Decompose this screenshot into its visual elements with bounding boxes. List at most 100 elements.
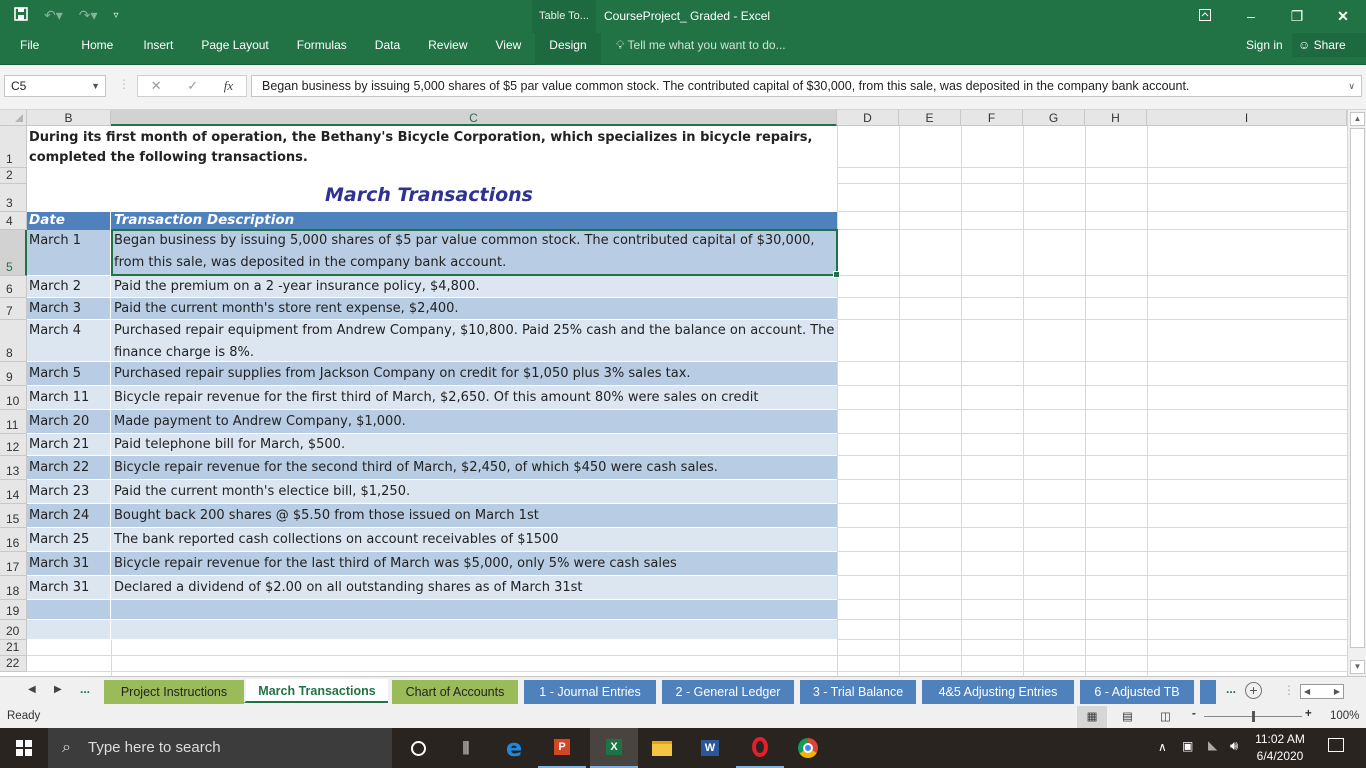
- row-header-22[interactable]: 22: [0, 656, 27, 672]
- insert-function-icon[interactable]: fx: [224, 78, 233, 94]
- row-header-1[interactable]: 1: [0, 126, 27, 168]
- sheet-title[interactable]: March Transactions: [111, 184, 747, 206]
- vertical-scrollbar[interactable]: ▲ ▼: [1347, 110, 1366, 676]
- cancel-icon[interactable]: ✕: [151, 78, 162, 94]
- column-header-e[interactable]: E: [899, 110, 961, 126]
- notifications-icon[interactable]: [1328, 738, 1344, 752]
- formula-input[interactable]: Began business by issuing 5,000 shares o…: [251, 75, 1362, 97]
- row-header-15[interactable]: 15: [0, 504, 27, 528]
- formula-bar-splitter[interactable]: ⋮: [118, 77, 130, 91]
- zoom-level[interactable]: 100%: [1330, 710, 1359, 722]
- clock[interactable]: 11:02 AM 6/4/2020: [1252, 731, 1308, 765]
- date-cell[interactable]: March 11: [27, 386, 111, 410]
- row-header-6[interactable]: 6: [0, 276, 27, 298]
- page-break-preview-icon[interactable]: ◫: [1160, 706, 1171, 728]
- save-icon[interactable]: [14, 7, 28, 24]
- date-cell[interactable]: March 4: [27, 320, 111, 362]
- description-cell[interactable]: Paid telephone bill for March, $500.: [111, 434, 837, 456]
- date-cell[interactable]: March 3: [27, 298, 111, 320]
- row-header-21[interactable]: 21: [0, 640, 27, 656]
- cortana-icon[interactable]: [394, 728, 442, 768]
- description-cell[interactable]: Bicycle repair revenue for the second th…: [111, 456, 837, 480]
- date-cell[interactable]: March 1: [27, 230, 111, 276]
- scroll-up-icon[interactable]: ▲: [1350, 112, 1365, 126]
- date-cell[interactable]: March 20: [27, 410, 111, 434]
- date-cell[interactable]: March 5: [27, 362, 111, 386]
- scroll-down-icon[interactable]: ▼: [1350, 660, 1365, 674]
- sheet-tab-trial-balance[interactable]: 3 - Trial Balance: [798, 680, 916, 704]
- scrollbar-thumb[interactable]: [1350, 128, 1365, 648]
- intro-text[interactable]: During its first month of operation, the…: [27, 126, 837, 168]
- date-cell[interactable]: [27, 600, 111, 620]
- column-header-c[interactable]: C: [111, 110, 837, 126]
- volume-icon[interactable]: 🔊︎: [1230, 738, 1238, 754]
- column-header-g[interactable]: G: [1023, 110, 1085, 126]
- sign-in-link[interactable]: Sign in: [1246, 33, 1283, 57]
- start-button[interactable]: [0, 728, 48, 768]
- row-header-12[interactable]: 12: [0, 434, 27, 456]
- zoom-in-button[interactable]: +: [1305, 708, 1312, 720]
- edge-icon[interactable]: e: [490, 728, 538, 768]
- header-date[interactable]: Date: [27, 212, 111, 230]
- description-cell[interactable]: Declared a dividend of $2.00 on all outs…: [111, 576, 837, 600]
- share-button[interactable]: ☺ Share: [1292, 33, 1366, 57]
- sheet-tab-partial[interactable]: [1198, 680, 1216, 704]
- sheet-tab-project-instructions[interactable]: Project Instructions: [102, 680, 244, 704]
- sheet-tab-chart-of-accounts[interactable]: Chart of Accounts: [390, 680, 518, 704]
- zoom-slider[interactable]: [1204, 711, 1302, 722]
- close-button[interactable]: ✕: [1320, 0, 1366, 33]
- column-header-b[interactable]: B: [27, 110, 111, 126]
- description-cell[interactable]: Made payment to Andrew Company, $1,000.: [111, 410, 837, 434]
- tab-page-layout[interactable]: Page Layout: [187, 33, 282, 65]
- date-cell[interactable]: March 22: [27, 456, 111, 480]
- row-header-4[interactable]: 4: [0, 212, 27, 230]
- chevron-down-icon[interactable]: ▼: [91, 76, 100, 96]
- row-header-10[interactable]: 10: [0, 386, 27, 410]
- tell-me-box[interactable]: 💡︎ Tell me what you want to do...: [616, 33, 786, 57]
- wifi-icon[interactable]: ◣: [1208, 738, 1217, 752]
- row-header-14[interactable]: 14: [0, 480, 27, 504]
- sheet-tab-journal-entries[interactable]: 1 - Journal Entries: [522, 680, 656, 704]
- description-cell[interactable]: Purchased repair equipment from Andrew C…: [111, 320, 837, 362]
- tab-home[interactable]: Home: [59, 33, 129, 65]
- scroll-left-icon[interactable]: ◀: [1304, 687, 1310, 696]
- worksheet-grid[interactable]: During its first month of operation, the…: [27, 126, 1348, 680]
- sheet-tab-adjusted-tb[interactable]: 6 - Adjusted TB: [1078, 680, 1194, 704]
- description-cell[interactable]: Bicycle repair revenue for the first thi…: [111, 386, 837, 410]
- restore-button[interactable]: ❐: [1274, 0, 1320, 33]
- row-header-7[interactable]: 7: [0, 298, 27, 320]
- tab-insert[interactable]: Insert: [129, 33, 187, 65]
- network-adapter-icon[interactable]: ▣: [1182, 739, 1193, 753]
- show-hidden-icons-icon[interactable]: ∧: [1158, 740, 1167, 754]
- row-header-19[interactable]: 19: [0, 600, 27, 620]
- date-cell[interactable]: March 2: [27, 276, 111, 298]
- file-explorer-icon[interactable]: [638, 728, 686, 768]
- tab-design[interactable]: Design: [535, 33, 601, 65]
- name-box[interactable]: C5 ▼: [4, 75, 106, 97]
- row-header-18[interactable]: 18: [0, 576, 27, 600]
- enter-icon[interactable]: ✓: [187, 78, 198, 94]
- zoom-out-button[interactable]: -: [1192, 708, 1196, 720]
- description-cell[interactable]: Purchased repair supplies from Jackson C…: [111, 362, 837, 386]
- date-cell[interactable]: March 21: [27, 434, 111, 456]
- normal-view-icon[interactable]: ▦: [1077, 706, 1107, 728]
- row-header-3[interactable]: 3: [0, 184, 27, 212]
- column-header-i[interactable]: I: [1147, 110, 1347, 126]
- column-header-f[interactable]: F: [961, 110, 1023, 126]
- powerpoint-icon[interactable]: P: [538, 728, 586, 768]
- customize-qat-icon[interactable]: ▿: [114, 10, 119, 21]
- date-cell[interactable]: March 25: [27, 528, 111, 552]
- sheet-tab-general-ledger[interactable]: 2 - General Ledger: [660, 680, 794, 704]
- sheets-overflow-right[interactable]: ...: [1226, 682, 1236, 696]
- column-header-h[interactable]: H: [1085, 110, 1147, 126]
- row-header-9[interactable]: 9: [0, 362, 27, 386]
- horizontal-scrollbar[interactable]: ◀ ▶: [1300, 684, 1344, 699]
- minimize-button[interactable]: –: [1228, 0, 1274, 33]
- description-cell[interactable]: [111, 600, 837, 620]
- word-icon[interactable]: W: [686, 728, 734, 768]
- tab-view[interactable]: View: [482, 33, 536, 65]
- row-header-5[interactable]: 5: [0, 230, 27, 276]
- tab-split-handle[interactable]: ⋮: [1283, 683, 1295, 697]
- description-cell[interactable]: [111, 620, 837, 640]
- header-description[interactable]: Transaction Description: [111, 212, 294, 230]
